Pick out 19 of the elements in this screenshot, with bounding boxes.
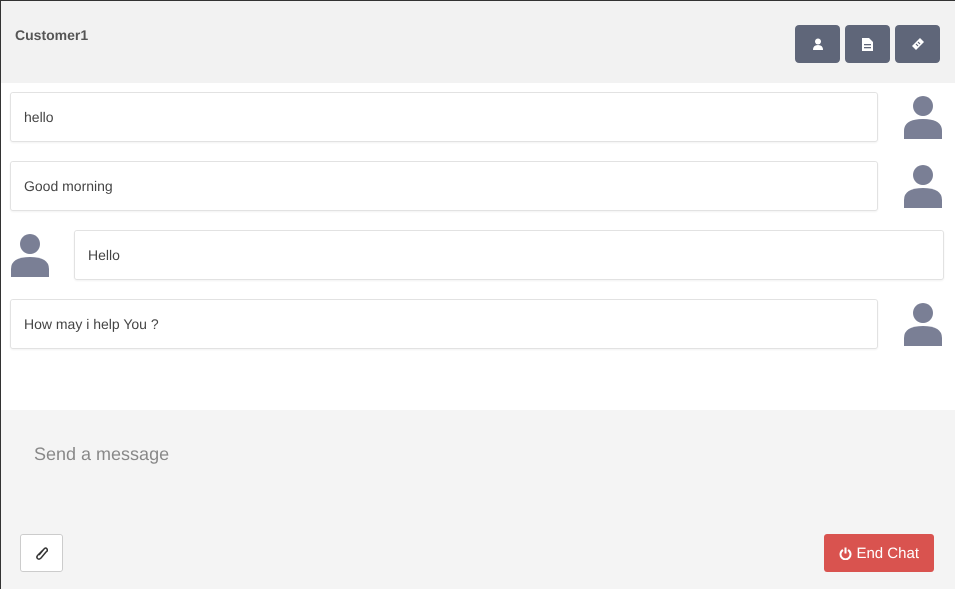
attach-button[interactable] <box>20 534 63 572</box>
avatar-icon <box>10 233 50 277</box>
ticket-icon <box>910 37 924 51</box>
message-bubble: Good morning <box>10 161 878 211</box>
avatar-icon <box>903 302 943 346</box>
avatar-icon <box>903 95 943 139</box>
user-icon <box>812 38 824 50</box>
message-bubble: hello <box>10 92 878 142</box>
user-button[interactable] <box>795 25 840 63</box>
file-button[interactable] <box>845 25 890 63</box>
chat-title: Customer1 <box>15 27 88 43</box>
paperclip-icon <box>36 546 48 560</box>
power-icon <box>839 546 852 560</box>
end-chat-button[interactable]: End Chat <box>824 534 934 572</box>
message-bubble: How may i help You ? <box>10 299 878 349</box>
tag-button[interactable] <box>895 25 940 63</box>
file-icon <box>862 38 873 50</box>
message-bubble: Hello <box>74 230 944 280</box>
avatar-icon <box>903 164 943 208</box>
